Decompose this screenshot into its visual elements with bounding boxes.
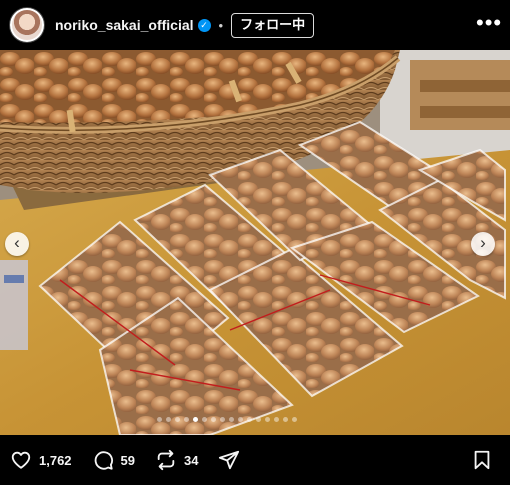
carousel-dot [283, 417, 288, 422]
karaage-photo [0, 50, 510, 435]
carousel-dot [229, 417, 234, 422]
carousel-dot [256, 417, 261, 422]
following-button[interactable]: フォロー中 [231, 12, 315, 38]
post-actions: 1,762 59 34 [0, 435, 510, 485]
like-action[interactable]: 1,762 [10, 449, 72, 471]
carousel-dot [220, 417, 225, 422]
bookmark-icon[interactable] [471, 449, 493, 471]
reposts-count[interactable]: 34 [184, 453, 198, 468]
carousel-dot [247, 417, 252, 422]
carousel-indicator [157, 416, 297, 424]
carousel-dot [274, 417, 279, 422]
likes-count[interactable]: 1,762 [39, 453, 72, 468]
carousel-dot [193, 417, 198, 422]
save-action[interactable] [471, 449, 493, 471]
share-action[interactable] [218, 449, 240, 471]
carousel-dot [238, 417, 243, 422]
heart-icon[interactable] [10, 449, 32, 471]
comment-action[interactable]: 59 [92, 449, 135, 471]
carousel-dot [175, 417, 180, 422]
more-options-icon[interactable]: ••• [476, 12, 501, 37]
carousel-dot [211, 417, 216, 422]
verified-badge-icon: ✓ [197, 18, 211, 32]
send-icon[interactable] [218, 449, 240, 471]
carousel-dot [166, 417, 171, 422]
carousel-dot [157, 417, 162, 422]
carousel-dot [202, 417, 207, 422]
separator-dot: • [218, 17, 224, 33]
post-image[interactable] [0, 50, 510, 435]
carousel-dot [265, 417, 270, 422]
chevron-right-icon[interactable]: › [471, 232, 495, 256]
avatar[interactable] [10, 8, 44, 42]
comments-count[interactable]: 59 [121, 453, 135, 468]
repost-action[interactable]: 34 [155, 449, 198, 471]
carousel-dot [292, 417, 297, 422]
chevron-left-icon[interactable]: ‹ [5, 232, 29, 256]
carousel-dot [184, 417, 189, 422]
comment-icon[interactable] [92, 449, 114, 471]
username-link[interactable]: noriko_sakai_official [55, 17, 194, 33]
repost-icon[interactable] [155, 449, 177, 471]
post-header: noriko_sakai_official ✓ • フォロー中 ••• [0, 0, 510, 50]
